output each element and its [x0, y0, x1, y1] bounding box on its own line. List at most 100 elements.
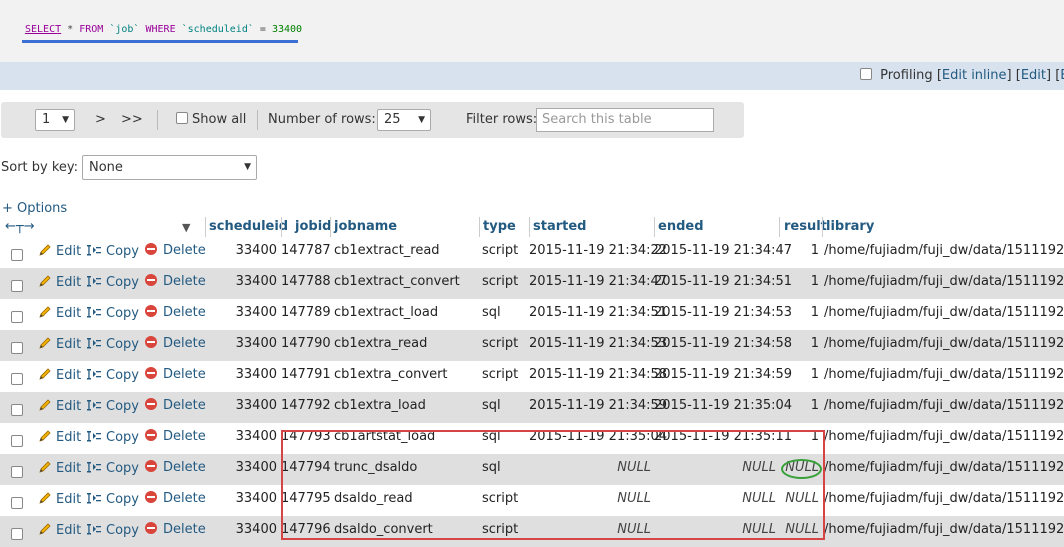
- cell-library[interactable]: /home/fujiadm/fuji_dw/data/151119213422: [824, 398, 1064, 413]
- row-checkbox[interactable]: [11, 466, 23, 478]
- cell-jobid[interactable]: 147792: [281, 398, 331, 413]
- delete-row-button[interactable]: Delete: [145, 429, 206, 444]
- column-resize-icon[interactable]: ←┬→: [5, 219, 35, 234]
- options-link[interactable]: + Options: [2, 201, 67, 216]
- cell-jobname[interactable]: cb1extra_convert: [334, 367, 448, 382]
- delete-row-button[interactable]: Delete: [145, 336, 206, 351]
- copy-row-button[interactable]: Copy: [86, 398, 139, 414]
- cell-scheduleid[interactable]: 33400: [205, 274, 277, 289]
- copy-row-button[interactable]: Copy: [86, 336, 139, 352]
- column-header-ended[interactable]: ended: [658, 219, 704, 234]
- cell-scheduleid[interactable]: 33400: [205, 367, 277, 382]
- copy-row-button[interactable]: Copy: [86, 491, 139, 507]
- edit-row-button[interactable]: Edit: [38, 367, 81, 383]
- cell-type[interactable]: sql: [482, 305, 501, 320]
- cell-started[interactable]: 2015-11-19 21:34:53: [529, 336, 667, 351]
- cell-result[interactable]: 1: [779, 398, 819, 413]
- delete-row-button[interactable]: Delete: [145, 491, 206, 506]
- cell-jobid[interactable]: 147787: [281, 243, 331, 258]
- cell-started[interactable]: 2015-11-19 21:34:47: [529, 274, 667, 289]
- cell-started[interactable]: 2015-11-19 21:34:51: [529, 305, 667, 320]
- column-header-library[interactable]: library: [826, 219, 874, 234]
- edit-row-button[interactable]: Edit: [38, 429, 81, 445]
- show-all-checkbox[interactable]: [176, 112, 188, 124]
- cell-result[interactable]: 1: [779, 367, 819, 382]
- cell-scheduleid[interactable]: 33400: [205, 305, 277, 320]
- cell-started[interactable]: 2015-11-19 21:34:22: [529, 243, 667, 258]
- cell-type[interactable]: script: [482, 367, 518, 382]
- show-all-control[interactable]: Show all: [176, 112, 246, 127]
- edit-row-button[interactable]: Edit: [38, 398, 81, 414]
- cell-library[interactable]: /home/fujiadm/fuji_dw/data/151119213422: [824, 429, 1064, 444]
- cell-jobid[interactable]: 147791: [281, 367, 331, 382]
- cell-type[interactable]: sql: [482, 398, 501, 413]
- profiling-checkbox[interactable]: [860, 68, 872, 80]
- row-checkbox[interactable]: [11, 342, 23, 354]
- last-page-button[interactable]: >>: [121, 112, 143, 127]
- cell-jobname[interactable]: cb1extra_load: [334, 398, 426, 413]
- delete-row-button[interactable]: Delete: [145, 305, 206, 320]
- column-header-jobname[interactable]: jobname: [334, 219, 397, 234]
- delete-row-button[interactable]: Delete: [145, 460, 206, 475]
- filter-rows-input[interactable]: Search this table: [536, 108, 714, 132]
- cell-type[interactable]: script: [482, 243, 518, 258]
- column-header-type[interactable]: type: [483, 219, 516, 234]
- cell-jobname[interactable]: cb1extract_read: [334, 243, 440, 258]
- edit-query-link[interactable]: Edit: [1021, 68, 1046, 83]
- cell-ended[interactable]: 2015-11-19 21:34:58: [654, 336, 792, 351]
- delete-row-button[interactable]: Delete: [145, 367, 206, 382]
- delete-row-button[interactable]: Delete: [145, 274, 206, 289]
- cell-library[interactable]: /home/fujiadm/fuji_dw/data/151119213422: [824, 460, 1064, 475]
- cell-library[interactable]: /home/fujiadm/fuji_dw/data/151119213422: [824, 522, 1064, 537]
- column-header-scheduleid[interactable]: scheduleid: [209, 219, 288, 234]
- page-select[interactable]: 1 ▼: [35, 109, 75, 131]
- sort-dropdown-icon[interactable]: ▼: [182, 221, 190, 234]
- row-checkbox[interactable]: [11, 311, 23, 323]
- cell-result[interactable]: 1: [779, 305, 819, 320]
- edit-row-button[interactable]: Edit: [38, 460, 81, 476]
- column-header-started[interactable]: started: [533, 219, 586, 234]
- delete-row-button[interactable]: Delete: [145, 243, 206, 258]
- cell-ended[interactable]: 2015-11-19 21:34:47: [654, 243, 792, 258]
- cell-library[interactable]: /home/fujiadm/fuji_dw/data/151119213422: [824, 274, 1064, 289]
- edit-row-button[interactable]: Edit: [38, 274, 81, 290]
- cell-jobname[interactable]: cb1extract_load: [334, 305, 438, 320]
- cell-type[interactable]: script: [482, 336, 518, 351]
- cell-started[interactable]: 2015-11-19 21:34:59: [529, 398, 667, 413]
- row-checkbox[interactable]: [11, 497, 23, 509]
- cell-scheduleid[interactable]: 33400: [205, 429, 277, 444]
- cell-ended[interactable]: 2015-11-19 21:34:53: [654, 305, 792, 320]
- row-checkbox[interactable]: [11, 249, 23, 261]
- edit-row-button[interactable]: Edit: [38, 243, 81, 259]
- copy-row-button[interactable]: Copy: [86, 460, 139, 476]
- cell-scheduleid[interactable]: 33400: [205, 336, 277, 351]
- cell-scheduleid[interactable]: 33400: [205, 491, 277, 506]
- cell-jobname[interactable]: cb1extra_read: [334, 336, 427, 351]
- row-checkbox[interactable]: [11, 280, 23, 292]
- edit-row-button[interactable]: Edit: [38, 491, 81, 507]
- row-checkbox[interactable]: [11, 435, 23, 447]
- delete-row-button[interactable]: Delete: [145, 398, 206, 413]
- cell-type[interactable]: script: [482, 274, 518, 289]
- cell-jobid[interactable]: 147788: [281, 274, 331, 289]
- column-header-jobid[interactable]: jobid: [295, 219, 331, 234]
- cell-jobid[interactable]: 147789: [281, 305, 331, 320]
- edit-row-button[interactable]: Edit: [38, 522, 81, 538]
- sort-by-key-select[interactable]: None ▼: [82, 155, 257, 180]
- copy-row-button[interactable]: Copy: [86, 429, 139, 445]
- cell-scheduleid[interactable]: 33400: [205, 522, 277, 537]
- cell-ended[interactable]: 2015-11-19 21:34:59: [654, 367, 792, 382]
- cell-result[interactable]: 1: [779, 336, 819, 351]
- cell-jobid[interactable]: 147790: [281, 336, 331, 351]
- edit-inline-link[interactable]: Edit inline: [942, 68, 1007, 83]
- cell-library[interactable]: /home/fujiadm/fuji_dw/data/151119213422: [824, 305, 1064, 320]
- cell-result[interactable]: 1: [779, 243, 819, 258]
- copy-row-button[interactable]: Copy: [86, 243, 139, 259]
- next-page-button[interactable]: >: [95, 112, 106, 127]
- cell-library[interactable]: /home/fujiadm/fuji_dw/data/151119213422: [824, 367, 1064, 382]
- edit-row-button[interactable]: Edit: [38, 336, 81, 352]
- cell-ended[interactable]: 2015-11-19 21:34:51: [654, 274, 792, 289]
- row-checkbox[interactable]: [11, 404, 23, 416]
- cell-library[interactable]: /home/fujiadm/fuji_dw/data/151119213422: [824, 336, 1064, 351]
- copy-row-button[interactable]: Copy: [86, 367, 139, 383]
